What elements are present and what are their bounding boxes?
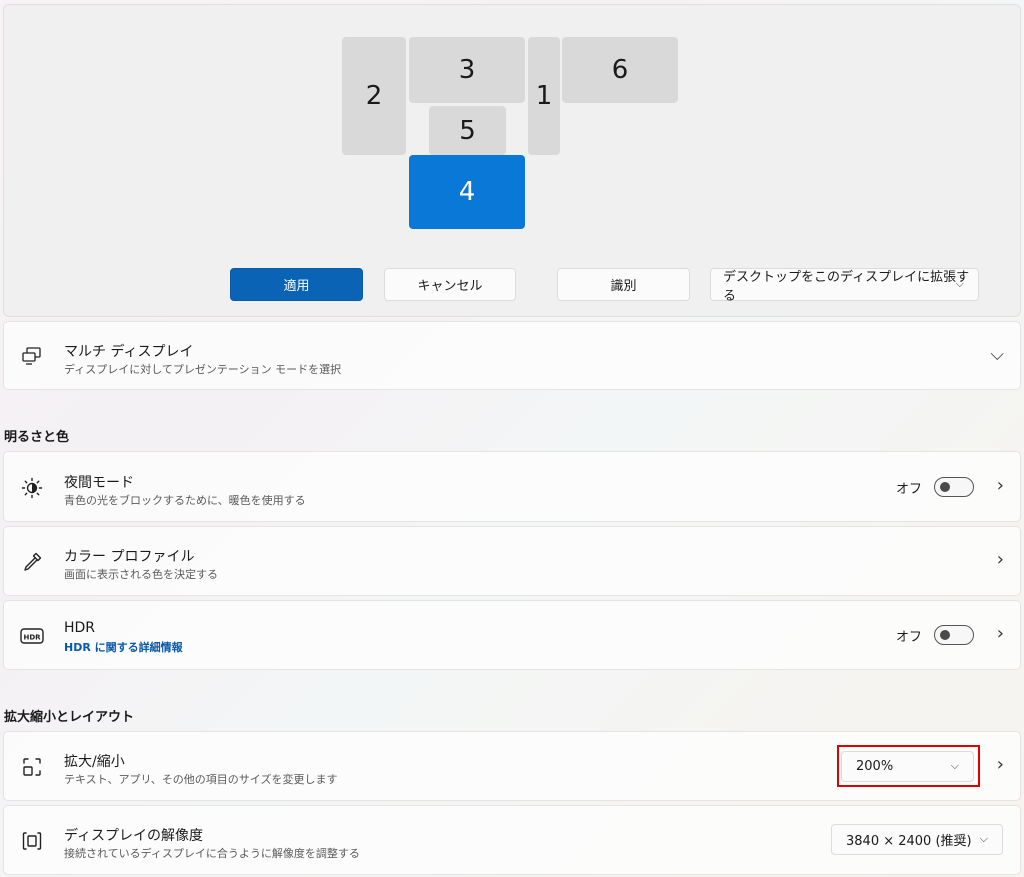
- monitor-number: 1: [535, 81, 553, 111]
- night-mode-subtitle: 青色の光をブロックするために、暖色を使用する: [64, 494, 306, 507]
- night-mode-card[interactable]: 夜間モード 青色の光をブロックするために、暖色を使用する オフ ›: [3, 451, 1021, 522]
- multi-display-icon: [20, 344, 44, 368]
- monitor-4[interactable]: 4: [409, 155, 525, 229]
- color-profile-card[interactable]: カラー プロファイル 画面に表示される色を決定する ›: [3, 526, 1021, 596]
- color-profile-title: カラー プロファイル: [64, 549, 195, 565]
- hdr-info-link[interactable]: HDR に関する詳細情報: [64, 639, 183, 655]
- monitor-5[interactable]: 5: [429, 106, 506, 155]
- monitor-number: 4: [458, 177, 476, 207]
- highlight-box: [837, 745, 980, 787]
- hdr-toggle[interactable]: [934, 625, 974, 645]
- hdr-title: HDR: [64, 620, 96, 636]
- night-mode-toggle-group: オフ: [896, 477, 974, 497]
- night-mode-title: 夜間モード: [64, 475, 134, 491]
- cancel-button[interactable]: キャンセル: [384, 268, 516, 301]
- hdr-icon-text: HDR: [23, 634, 41, 642]
- identify-button[interactable]: 識別: [557, 268, 690, 301]
- apply-button-label: 適用: [283, 279, 310, 294]
- resolution-title: ディスプレイの解像度: [64, 828, 204, 844]
- chevron-right-icon[interactable]: ›: [997, 475, 1004, 496]
- toggle-knob: [940, 482, 950, 492]
- monitor-2[interactable]: 2: [342, 37, 406, 155]
- scale-subtitle: テキスト、アプリ、その他の項目のサイズを変更します: [64, 773, 338, 786]
- color-profile-subtitle: 画面に表示される色を決定する: [64, 568, 218, 581]
- section-heading-scale-layout: 拡大縮小とレイアウト: [4, 710, 135, 725]
- monitor-1[interactable]: 1: [528, 37, 560, 155]
- resolution-value: 3840 × 2400 (推奨): [846, 834, 972, 849]
- night-light-icon: [20, 476, 44, 500]
- chevron-right-icon[interactable]: ›: [997, 549, 1004, 570]
- resolution-subtitle: 接続されているディスプレイに合うように解像度を調整する: [64, 847, 360, 860]
- multi-display-subtitle: ディスプレイに対してプレゼンテーション モードを選択: [64, 363, 342, 376]
- monitor-number: 2: [365, 81, 383, 111]
- hdr-card[interactable]: HDR HDR HDR に関する詳細情報 オフ ›: [3, 600, 1021, 670]
- chevron-down-icon: ⌵: [955, 277, 964, 290]
- resolution-select[interactable]: 3840 × 2400 (推奨) ⌵: [831, 824, 1003, 855]
- chevron-down-icon: ⌵: [979, 832, 988, 845]
- display-arrangement-panel: 2 3 5 1 6 4 適用 キャンセル 識別 デスクトップをこのディスプレイに…: [3, 4, 1021, 317]
- chevron-right-icon[interactable]: ›: [997, 623, 1004, 644]
- monitor-number: 3: [458, 55, 476, 85]
- chevron-down-icon[interactable]: ⌵: [990, 344, 1004, 365]
- hdr-icon: HDR: [20, 624, 44, 648]
- display-mode-select[interactable]: デスクトップをこのディスプレイに拡張する ⌵: [710, 268, 979, 304]
- multi-display-title: マルチ ディスプレイ: [64, 344, 194, 360]
- display-mode-value: デスクトップをこのディスプレイに拡張する: [723, 269, 970, 304]
- monitor-6[interactable]: 6: [562, 37, 678, 103]
- section-heading-brightness-color: 明るさと色: [4, 430, 70, 445]
- monitor-3[interactable]: 3: [409, 37, 525, 103]
- scale-title: 拡大/縮小: [64, 754, 125, 770]
- resolution-icon: [20, 829, 44, 853]
- hdr-toggle-group: オフ: [896, 625, 974, 645]
- night-mode-state: オフ: [895, 481, 922, 497]
- cancel-button-label: キャンセル: [417, 279, 483, 294]
- chevron-right-icon[interactable]: ›: [997, 754, 1004, 775]
- eyedropper-icon: [20, 550, 44, 574]
- scale-icon: [20, 755, 44, 779]
- apply-button[interactable]: 適用: [230, 268, 363, 301]
- identify-button-label: 識別: [610, 279, 637, 294]
- toggle-knob: [940, 630, 950, 640]
- hdr-state: オフ: [895, 629, 922, 645]
- monitor-number: 6: [611, 55, 629, 85]
- multi-display-card[interactable]: マルチ ディスプレイ ディスプレイに対してプレゼンテーション モードを選択 ⌵: [3, 321, 1021, 390]
- monitor-number: 5: [459, 115, 476, 146]
- night-mode-toggle[interactable]: [934, 477, 974, 497]
